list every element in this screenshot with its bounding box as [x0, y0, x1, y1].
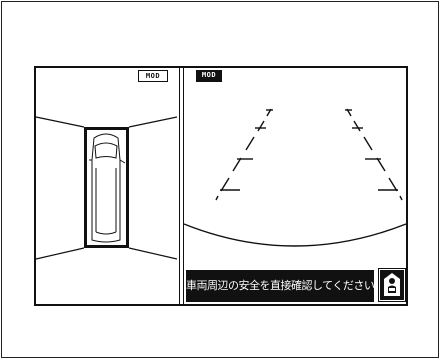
- driver-caution-icon: [378, 268, 406, 302]
- right-guide-line: [345, 108, 403, 201]
- bumper-edge-line: [183, 223, 407, 247]
- left-guide-line: [215, 108, 273, 201]
- top-view-mode-badge: MOD: [138, 70, 168, 82]
- top-view-boundary-line: [128, 116, 178, 128]
- rear-view-panel: [183, 108, 407, 247]
- top-view-boundary-line: [35, 247, 85, 260]
- top-view-boundary-line: [35, 116, 85, 128]
- vehicle-top-icon: [89, 133, 126, 243]
- top-view-boundary-line: [128, 247, 178, 260]
- top-view-panel: [35, 116, 178, 260]
- camera-views: [35, 108, 407, 260]
- rear-view-mode-badge: MOD: [196, 70, 222, 82]
- safety-warning-message: 車両周辺の安全を直接確認してください: [186, 270, 374, 302]
